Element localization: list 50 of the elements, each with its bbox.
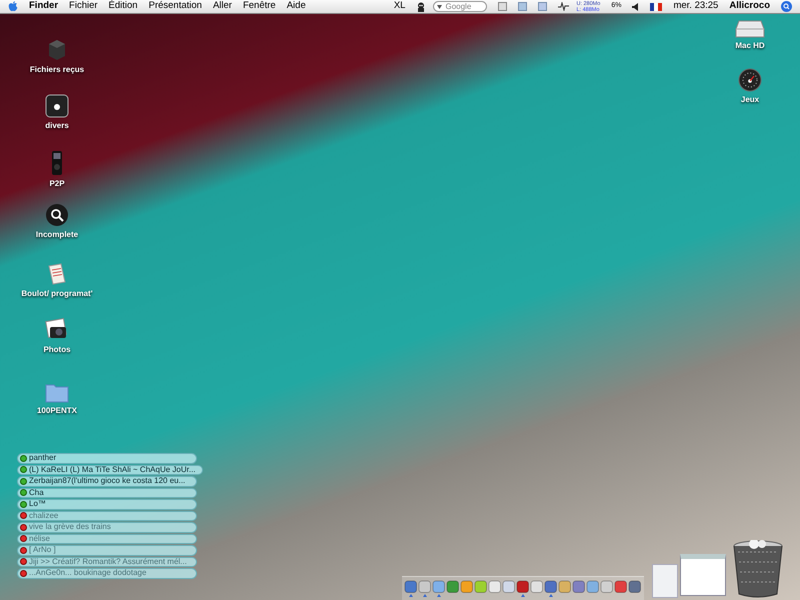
user-menu[interactable]: Allicroco (729, 0, 770, 14)
window-thumbnail[interactable] (652, 564, 678, 598)
app-icon[interactable] (628, 580, 642, 594)
buddy-row[interactable]: Lo™ (17, 499, 197, 510)
app-icon[interactable] (614, 580, 628, 594)
app-icon[interactable] (446, 580, 460, 594)
app-icon[interactable] (544, 580, 558, 594)
app-icon[interactable] (516, 580, 530, 594)
app-icon[interactable] (530, 580, 544, 594)
app-icon[interactable] (418, 580, 432, 594)
buddy-row[interactable]: Cha (17, 488, 197, 498)
music-player-icon (51, 150, 63, 176)
speaker-icon[interactable] (632, 2, 640, 10)
app-icon[interactable] (502, 580, 516, 594)
app-icon[interactable] (586, 580, 600, 594)
menu-item[interactable]: Présentation (148, 0, 202, 14)
app-icon[interactable] (404, 580, 418, 594)
menu-item[interactable]: Fenêtre (242, 0, 276, 14)
magnifier-icon (45, 203, 69, 227)
search-icon[interactable] (781, 1, 792, 12)
gauge-icon (738, 68, 762, 92)
caret-icon (437, 4, 442, 8)
buddy-row[interactable]: panther (17, 453, 197, 464)
menu-status-text[interactable]: XL (394, 0, 406, 14)
robot-icon[interactable] (416, 2, 426, 12)
app-menu[interactable]: Finder (29, 0, 58, 14)
menu-item[interactable]: Fichier (69, 0, 98, 14)
menu-extra-icon[interactable] (498, 2, 508, 11)
menu-clock[interactable]: mer. 23:25 (673, 0, 718, 14)
hard-drive-icon (735, 20, 765, 38)
desktop-icon-label[interactable]: Fichiers reçus (30, 64, 84, 76)
menu-extra-icon[interactable] (538, 2, 548, 11)
app-icon[interactable] (572, 580, 586, 594)
menu-item[interactable]: Aller (212, 0, 232, 14)
apple-logo-icon[interactable] (8, 1, 18, 12)
menu-item[interactable]: Édition (108, 0, 138, 14)
buddy-row[interactable]: (L) KaReLI (L) Ma TiTe ShAli ~ ChAqUe JoUr... (17, 464, 203, 475)
app-icon[interactable] (488, 580, 502, 594)
window-thumbnail[interactable] (680, 554, 726, 596)
activity-icon[interactable] (558, 2, 570, 11)
flag-icon[interactable] (650, 2, 662, 10)
menu-item[interactable]: Aide (286, 0, 306, 14)
buddy-row[interactable]: Zerbaijan87(l'ultimo gioco ke costa 120 eu... (17, 476, 197, 486)
apple-tile-icon (45, 94, 69, 118)
desktop-icon-label[interactable]: Incomplete (36, 229, 78, 241)
search-field[interactable]: Google (433, 1, 488, 12)
desktop-icon-label[interactable]: divers (45, 120, 69, 132)
app-icon[interactable] (600, 580, 614, 594)
menu-extra-icon[interactable] (518, 2, 528, 11)
desktop-icon-label[interactable]: P2P (49, 178, 65, 190)
